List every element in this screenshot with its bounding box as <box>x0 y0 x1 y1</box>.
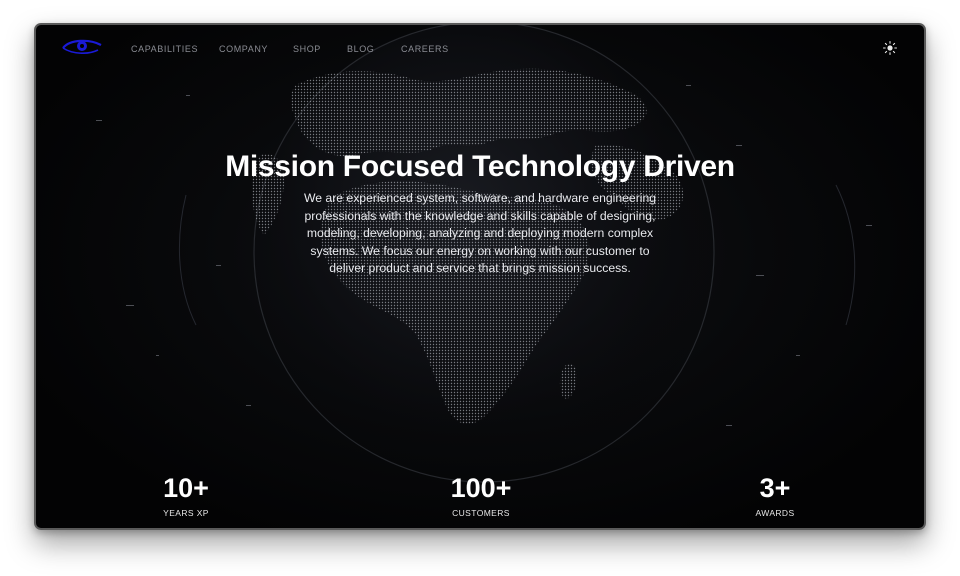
stat-years-xp: 10+ YEARS XP <box>106 473 266 518</box>
stat-awards: 3+ AWARDS <box>695 473 855 518</box>
stat-value: 100+ <box>450 473 512 503</box>
stat-value: 3+ <box>759 473 791 503</box>
nav-item-blog[interactable]: BLOG <box>347 44 374 54</box>
stat-label: YEARS XP <box>163 508 209 518</box>
sun-icon[interactable] <box>882 40 898 56</box>
hero-description: We are experienced system, software, and… <box>303 191 657 276</box>
stat-label: AWARDS <box>755 508 795 518</box>
stat-value: 10+ <box>163 473 209 503</box>
nav-item-capabilities[interactable]: CAPABILITIES <box>131 44 198 54</box>
stat-label: CUSTOMERS <box>452 508 510 518</box>
nav-item-shop[interactable]: SHOP <box>293 44 321 54</box>
eye-logo-icon[interactable] <box>60 37 104 59</box>
stat-customers: 100+ CUSTOMERS <box>401 473 561 518</box>
top-nav: CAPABILITIES COMPANY SHOP BLOG CAREERS <box>36 25 924 71</box>
hero-section: Mission Focused Technology Driven We are… <box>36 150 924 278</box>
nav-item-careers[interactable]: CAREERS <box>401 44 449 54</box>
browser-window: CAPABILITIES COMPANY SHOP BLOG CAREERS M… <box>34 23 926 530</box>
nav-item-company[interactable]: COMPANY <box>219 44 268 54</box>
hero-title: Mission Focused Technology Driven <box>225 150 735 183</box>
